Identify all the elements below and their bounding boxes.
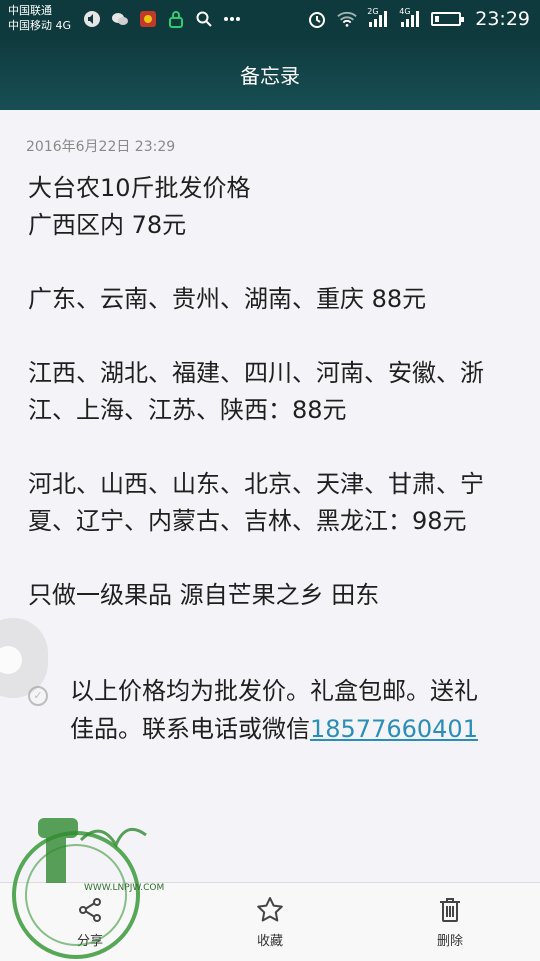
search-icon <box>194 9 214 29</box>
notification-icons <box>82 9 242 29</box>
alarm-icon <box>307 9 327 29</box>
watermark-logo: WWW.LNPJW.COM <box>12 818 164 959</box>
carrier-2: 中国移动 4G <box>8 19 72 32</box>
favorite-button[interactable]: 收藏 <box>225 896 315 949</box>
star-icon <box>257 896 283 921</box>
note-paragraph: 江西、湖北、福建、四川、河南、安徽、浙江、上海、江苏、陕西：88元 <box>28 359 484 424</box>
note-content[interactable]: 2016年6月22日 23:29 大台农10斤批发价格 广西区内 78元 广东、… <box>0 110 540 882</box>
phone-link[interactable]: 18577660401 <box>310 715 478 743</box>
delete-button[interactable]: 删除 <box>405 896 495 949</box>
signal-4g-icon: 4G <box>399 7 421 27</box>
lock-icon <box>166 9 186 29</box>
favorite-label: 收藏 <box>256 933 283 949</box>
page-title: 备忘录 <box>240 63 300 88</box>
title-bar: 备忘录 <box>0 38 540 110</box>
delete-label: 删除 <box>436 933 463 949</box>
status-bar: 中国联通 中国移动 4G 2G 4G 23:29 <box>0 0 540 38</box>
note-timestamp: 2016年6月22日 23:29 <box>26 139 176 155</box>
network-4g-label: 4G <box>399 7 411 16</box>
clock: 23:29 <box>475 8 530 30</box>
checklist-text: 以上价格均为批发价。礼盒包邮。送礼佳品。联系电话或微信18577660401 <box>70 672 500 748</box>
watermark-url: WWW.LNPJW.COM <box>84 883 164 893</box>
note-paragraph: 广东、云南、贵州、湖南、重庆 88元 <box>28 285 427 313</box>
carrier-1: 中国联通 <box>8 4 52 17</box>
trash-icon <box>440 897 460 922</box>
network-2g-label: 2G <box>367 7 379 16</box>
more-icon <box>222 9 242 29</box>
battery-icon <box>431 12 465 26</box>
wifi-icon <box>337 9 357 29</box>
system-icons: 2G 4G 23:29 <box>307 7 530 30</box>
carrier-info: 中国联通 中国移动 4G <box>8 3 71 33</box>
volume-icon <box>82 9 102 29</box>
app-icon <box>138 9 158 29</box>
note-body[interactable]: 大台农10斤批发价格 广西区内 78元 广东、云南、贵州、湖南、重庆 88元 江… <box>28 170 488 614</box>
note-paragraph: 大台农10斤批发价格 广西区内 78元 <box>28 174 251 239</box>
wechat-icon <box>110 9 130 29</box>
note-paragraph: 河北、山西、山东、北京、天津、甘肃、宁夏、辽宁、内蒙古、吉林、黑龙江：98元 <box>28 470 484 535</box>
note-paragraph: 只做一级果品 源自芒果之乡 田东 <box>28 581 380 609</box>
signal-2g-icon: 2G <box>367 7 389 27</box>
